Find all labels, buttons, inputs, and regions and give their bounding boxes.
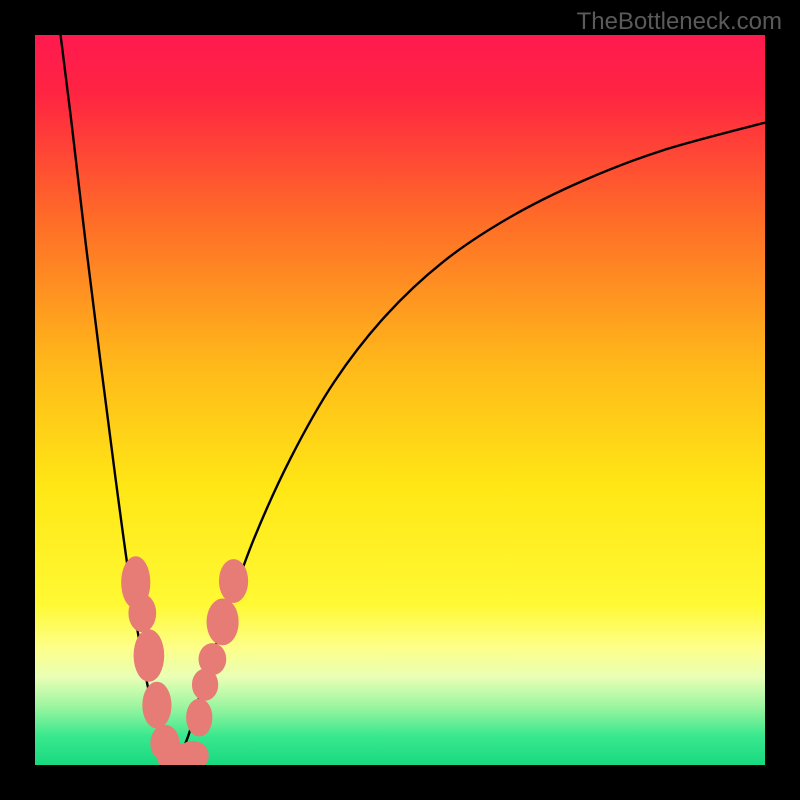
- chart-container: TheBottleneck.com: [0, 0, 800, 800]
- marker-group: [121, 556, 248, 765]
- data-marker: [134, 629, 165, 682]
- data-marker: [142, 682, 171, 729]
- watermark-text: TheBottleneck.com: [577, 8, 782, 36]
- data-marker: [219, 559, 248, 603]
- data-marker: [128, 594, 156, 632]
- curve-layer: [35, 35, 765, 765]
- plot-area: [35, 35, 765, 765]
- curve-right-branch: [175, 123, 765, 765]
- data-marker: [186, 699, 212, 737]
- data-marker: [207, 599, 239, 646]
- data-marker: [199, 643, 227, 675]
